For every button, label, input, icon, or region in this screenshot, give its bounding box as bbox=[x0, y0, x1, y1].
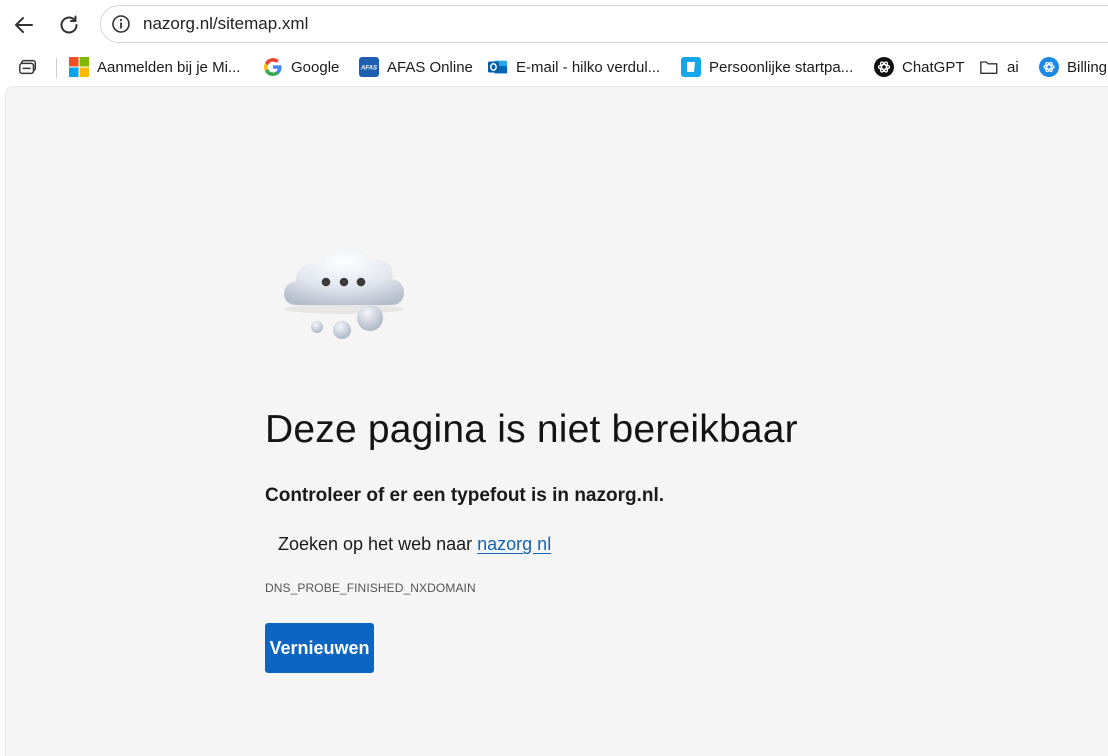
bookmark-folder-ai[interactable]: ai bbox=[979, 55, 1019, 79]
address-bar[interactable]: nazorg.nl/sitemap.xml bbox=[100, 5, 1108, 43]
error-title: Deze pagina is niet bereikbaar bbox=[265, 408, 798, 451]
folder-icon bbox=[979, 57, 999, 77]
afas-icon: AFAS bbox=[359, 57, 379, 77]
bookmark-outlook[interactable]: E-mail - hilko verdul... bbox=[488, 55, 660, 79]
google-icon bbox=[263, 57, 283, 77]
search-suggestion: Zoeken op het web naar nazorg nl bbox=[278, 534, 551, 555]
bookmark-label: E-mail - hilko verdul... bbox=[516, 58, 661, 76]
reload-page-button[interactable]: Vernieuwen bbox=[265, 623, 374, 673]
site-info-icon[interactable] bbox=[111, 14, 131, 34]
bookmarks-bar: Aanmelden bij je Mi... Google AFAS AFAS … bbox=[0, 50, 1108, 86]
error-subtitle: Controleer of er een typefout is in nazo… bbox=[265, 485, 665, 506]
back-button[interactable] bbox=[7, 8, 41, 42]
bookmark-afas[interactable]: AFAS AFAS Online bbox=[359, 55, 473, 79]
startpage-icon bbox=[681, 57, 701, 77]
bookmark-label: AFAS Online bbox=[387, 58, 473, 76]
arrow-left-icon bbox=[15, 17, 33, 33]
afas-badge-text: AFAS bbox=[360, 66, 377, 72]
bookmark-startpage[interactable]: Persoonlijke startpa... bbox=[681, 55, 853, 79]
tab-actions-icon bbox=[18, 57, 38, 77]
bookmark-label: Google bbox=[291, 58, 340, 76]
bookmark-label: Billing bbox=[1067, 58, 1108, 76]
search-suggestion-text: Zoeken op het web naar bbox=[278, 534, 478, 554]
bookmark-label: Aanmelden bij je Mi... bbox=[97, 58, 241, 76]
error-code: DNS_PROBE_FINISHED_NXDOMAIN bbox=[265, 581, 476, 595]
bookmark-label: Persoonlijke startpa... bbox=[709, 58, 854, 76]
bookmark-google[interactable]: Google bbox=[263, 55, 339, 79]
microsoft-icon bbox=[69, 57, 89, 77]
bookmark-microsoft[interactable]: Aanmelden bij je Mi... bbox=[69, 55, 240, 79]
outlook-icon bbox=[488, 57, 508, 77]
bookmark-label: ChatGPT bbox=[902, 58, 965, 76]
bookmark-label: ai bbox=[1007, 58, 1019, 76]
chatgpt-icon bbox=[874, 57, 894, 77]
browser-toolbar: nazorg.nl/sitemap.xml bbox=[0, 0, 1108, 50]
tab-actions-button[interactable] bbox=[18, 55, 38, 79]
bookmarks-divider bbox=[56, 58, 57, 78]
offline-cloud-icon bbox=[284, 247, 404, 339]
url-text[interactable]: nazorg.nl/sitemap.xml bbox=[143, 14, 308, 34]
bookmark-chatgpt[interactable]: ChatGPT bbox=[874, 55, 965, 79]
reload-icon bbox=[60, 15, 78, 34]
billing-icon bbox=[1039, 57, 1059, 77]
reload-button[interactable] bbox=[52, 8, 86, 42]
search-suggestion-link[interactable]: nazorg nl bbox=[477, 534, 551, 554]
bookmark-billing[interactable]: Billing bbox=[1039, 55, 1107, 79]
